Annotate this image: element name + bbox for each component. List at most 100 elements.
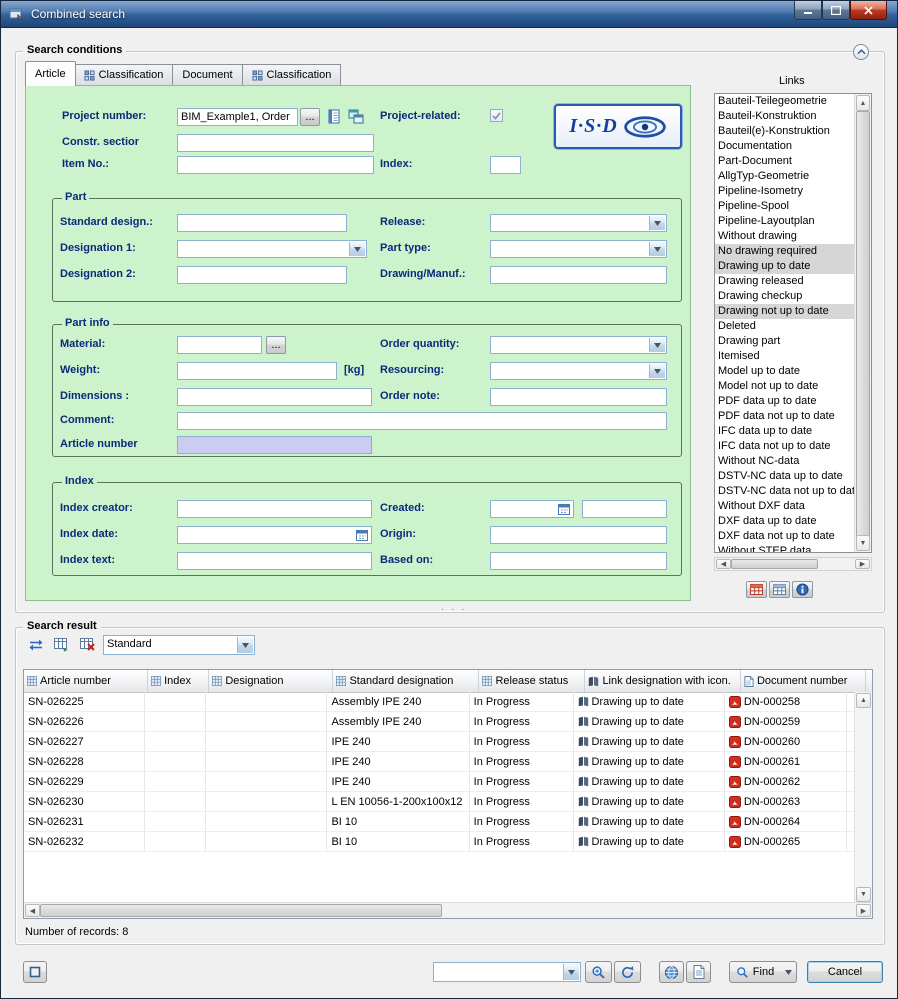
links-list-item[interactable]: IFC data not up to date — [715, 439, 855, 454]
constr-section-input[interactable] — [177, 134, 374, 152]
release-select[interactable] — [490, 214, 667, 232]
links-list-item[interactable]: Bauteil(e)-Konstruktion — [715, 124, 855, 139]
table-row[interactable]: SN-026232BI 10In ProgressDrawing up to d… — [24, 832, 855, 852]
links-list-item[interactable]: Pipeline-Layoutplan — [715, 214, 855, 229]
links-list-item[interactable]: PDF data up to date — [715, 394, 855, 409]
based-on-input[interactable] — [490, 552, 667, 570]
links-list-item[interactable]: Drawing released — [715, 274, 855, 289]
table-horizontal-scrollbar[interactable]: ◀ ▶ — [24, 902, 872, 918]
dimensions-input[interactable] — [177, 388, 372, 406]
column-header-link-designation[interactable]: Link designation with icon. — [585, 670, 741, 692]
project-related-checkbox[interactable] — [490, 109, 503, 122]
saved-search-select[interactable] — [433, 962, 581, 982]
links-list-item[interactable]: Drawing not up to date — [715, 304, 855, 319]
table-row[interactable]: SN-026225Assembly IPE 240In ProgressDraw… — [24, 692, 855, 712]
links-list-item[interactable]: Pipeline-Isometry — [715, 184, 855, 199]
table-row[interactable]: SN-026229IPE 240In ProgressDrawing up to… — [24, 772, 855, 792]
links-list-item[interactable]: AllgTyp-Geometrie — [715, 169, 855, 184]
index-creator-input[interactable] — [177, 500, 372, 518]
links-list-item[interactable]: Without DXF data — [715, 499, 855, 514]
maximize-button[interactable] — [822, 1, 850, 20]
resourcing-select[interactable] — [490, 362, 667, 380]
table-row[interactable]: SN-026228IPE 240In ProgressDrawing up to… — [24, 752, 855, 772]
links-list-item[interactable]: IFC data up to date — [715, 424, 855, 439]
project-windows-button[interactable] — [346, 107, 366, 126]
links-list-item[interactable]: DSTV-NC data up to date — [715, 469, 855, 484]
calendar-icon[interactable] — [558, 503, 571, 516]
links-horizontal-scrollbar[interactable]: ◀ ▶ — [714, 557, 872, 571]
table-row[interactable]: SN-026227IPE 240In ProgressDrawing up to… — [24, 732, 855, 752]
links-list-item[interactable]: Drawing part — [715, 334, 855, 349]
collapse-button[interactable] — [853, 44, 869, 60]
links-list-item[interactable]: DXF data up to date — [715, 514, 855, 529]
tab-classification-1[interactable]: Classification — [75, 64, 174, 86]
column-header-article-number[interactable]: Article number — [24, 670, 148, 692]
links-list-item[interactable]: Drawing up to date — [715, 259, 855, 274]
table-row[interactable]: SN-026226Assembly IPE 240In ProgressDraw… — [24, 712, 855, 732]
project-list-button[interactable] — [325, 107, 343, 126]
table-vertical-scrollbar[interactable]: ▲ ▼ — [854, 692, 872, 903]
order-note-input[interactable] — [490, 388, 667, 406]
result-layout-select[interactable]: Standard — [103, 635, 255, 655]
column-header-document-number[interactable]: Document number — [741, 670, 866, 692]
index-text-input[interactable] — [177, 552, 372, 570]
designation1-select[interactable] — [177, 240, 367, 258]
item-no-input[interactable] — [177, 156, 374, 174]
project-browse-button[interactable]: ... — [300, 108, 320, 126]
scroll-left-icon[interactable]: ◀ — [716, 559, 731, 569]
find-button[interactable]: Find — [729, 961, 781, 983]
created-time-input[interactable] — [582, 500, 667, 518]
index-date-input[interactable] — [177, 526, 372, 544]
scroll-right-icon[interactable]: ▶ — [856, 904, 871, 917]
table-hscroll-thumb[interactable] — [40, 904, 442, 917]
scroll-down-icon[interactable]: ▼ — [856, 887, 871, 902]
links-list-item[interactable]: Model not up to date — [715, 379, 855, 394]
table-row[interactable]: SN-026230L EN 10056-1-200x100x12In Progr… — [24, 792, 855, 812]
find-options-button[interactable] — [780, 961, 797, 983]
links-hscroll-thumb[interactable] — [731, 559, 818, 569]
keep-dialog-button[interactable] — [23, 961, 47, 983]
reset-search-button[interactable] — [614, 961, 641, 983]
new-document-button[interactable] — [686, 961, 711, 983]
table-row[interactable]: SN-026231BI 10In ProgressDrawing up to d… — [24, 812, 855, 832]
grid-view-red-button[interactable] — [746, 581, 767, 598]
links-scroll-thumb[interactable] — [856, 111, 870, 537]
scroll-left-icon[interactable]: ◀ — [25, 904, 40, 917]
drawing-manuf-input[interactable] — [490, 266, 667, 284]
column-header-standard-designation[interactable]: Standard designation — [333, 670, 479, 692]
links-list-item[interactable]: Documentation — [715, 139, 855, 154]
created-date-input[interactable] — [490, 500, 574, 518]
list-view-button[interactable] — [769, 581, 790, 598]
links-list-item[interactable]: DXF data not up to date — [715, 529, 855, 544]
minimize-button[interactable] — [794, 1, 822, 20]
links-list-item[interactable]: Without NC-data — [715, 454, 855, 469]
material-browse-button[interactable]: ... — [266, 336, 286, 354]
scroll-down-icon[interactable]: ▼ — [856, 535, 870, 551]
links-list-item[interactable]: Pipeline-Spool — [715, 199, 855, 214]
index-input[interactable] — [490, 156, 521, 174]
calendar-icon[interactable] — [356, 529, 369, 542]
scroll-up-icon[interactable]: ▲ — [856, 693, 871, 708]
splitter-handle[interactable]: · · · — [441, 604, 467, 615]
links-list-item[interactable]: Model up to date — [715, 364, 855, 379]
links-list-item[interactable]: No drawing required — [715, 244, 855, 259]
origin-input[interactable] — [490, 526, 667, 544]
designation2-input[interactable] — [177, 266, 347, 284]
export-results-button[interactable] — [51, 635, 73, 655]
part-type-select[interactable] — [490, 240, 667, 258]
links-list-item[interactable]: Drawing checkup — [715, 289, 855, 304]
links-list-item[interactable]: Bauteil-Konstruktion — [715, 109, 855, 124]
save-search-button[interactable] — [585, 961, 612, 983]
close-button[interactable] — [850, 1, 887, 20]
comment-input[interactable] — [177, 412, 667, 430]
web-search-button[interactable] — [659, 961, 684, 983]
tab-document[interactable]: Document — [173, 64, 242, 86]
tab-article[interactable]: Article — [25, 61, 76, 86]
scroll-up-icon[interactable]: ▲ — [856, 95, 870, 111]
links-list-item[interactable]: Part-Document — [715, 154, 855, 169]
clear-results-button[interactable] — [77, 635, 99, 655]
article-number-input[interactable] — [177, 436, 372, 454]
standard-design-input[interactable] — [177, 214, 347, 232]
links-list-item[interactable]: Bauteil-Teilegeometrie — [715, 94, 855, 109]
info-button[interactable] — [792, 581, 813, 598]
